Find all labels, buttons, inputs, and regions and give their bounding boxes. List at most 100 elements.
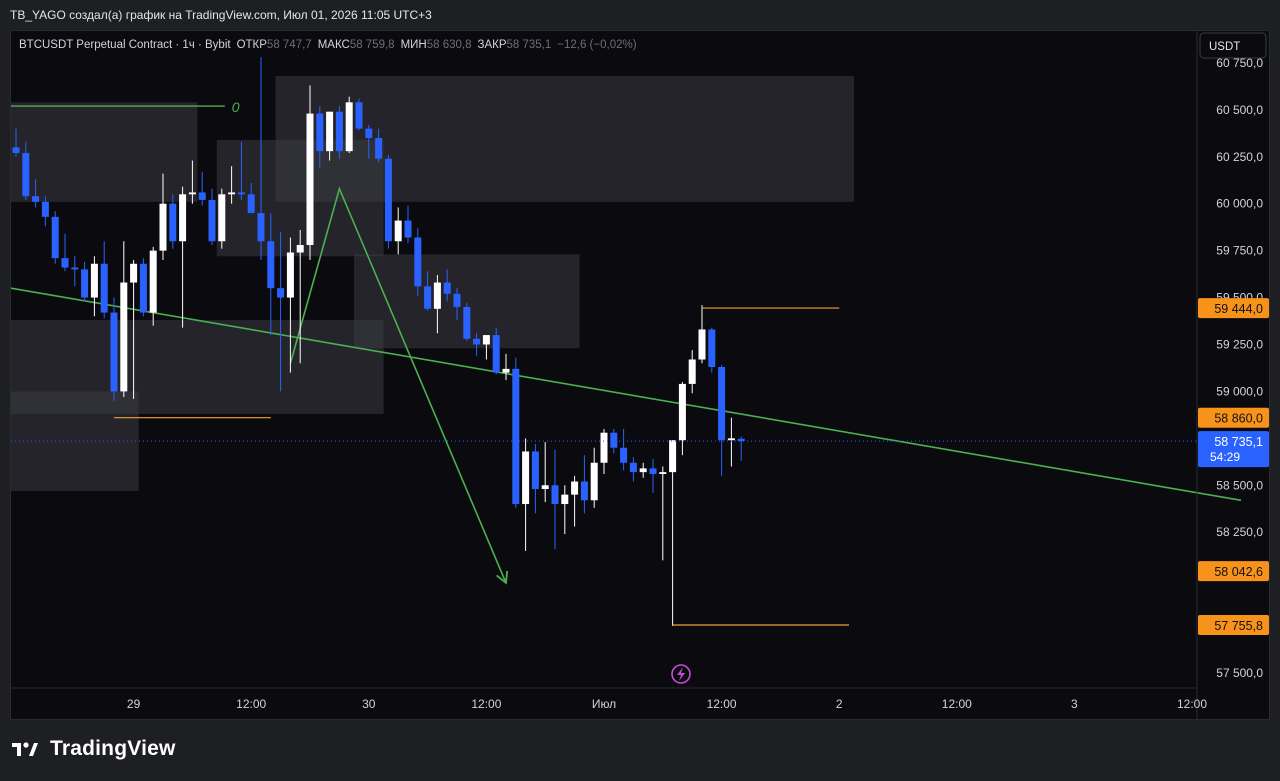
candle-body [443, 282, 451, 294]
candle-body [727, 438, 735, 441]
time-tick-label: 12:00 [942, 697, 972, 711]
candle-body [218, 194, 226, 242]
price-tick-label: 60 500,0 [1216, 103, 1263, 117]
candle [355, 98, 363, 131]
tradingview-logo-icon [12, 742, 38, 756]
candle [512, 357, 520, 508]
candle-body [41, 201, 49, 217]
candle-body [228, 192, 236, 195]
countdown-timer: 54:29 [1210, 450, 1240, 464]
candle [345, 96, 353, 154]
candle-body [590, 462, 598, 501]
price-tick-label: 59 000,0 [1216, 384, 1263, 398]
candle-body [179, 194, 187, 242]
candle-body [22, 153, 30, 197]
candle-body [571, 481, 579, 495]
supply-demand-zone [275, 76, 855, 202]
legend-open-value: 58 747,7 [267, 39, 312, 51]
candle-body [81, 269, 89, 298]
candle-body [12, 147, 20, 154]
candle-body [473, 338, 481, 345]
candle-body [482, 335, 490, 345]
candle [139, 258, 147, 317]
candle-body [326, 111, 334, 152]
currency-button[interactable]: USDT [1199, 32, 1267, 59]
candle-body [316, 113, 324, 152]
level-badge: 59 444,0 [1198, 298, 1269, 319]
candle-body [541, 485, 549, 490]
legend-high-value: 58 759,8 [350, 39, 395, 51]
legend-high-label: МАКС [318, 39, 350, 51]
candle-body [267, 241, 275, 289]
time-tick-label: 12:00 [1177, 697, 1207, 711]
candle-body [237, 192, 245, 195]
candle-body [198, 192, 206, 200]
candle [51, 211, 59, 264]
candle-body [414, 237, 422, 287]
price-tick-label: 58 250,0 [1216, 525, 1263, 539]
candle-body [492, 335, 500, 373]
candle-body [208, 199, 216, 242]
level-badge-label: 57 755,8 [1214, 619, 1263, 633]
candle-body [110, 312, 118, 392]
candle-body [580, 481, 588, 501]
last-price-label: 58 735,1 [1214, 435, 1263, 449]
level-badge-label: 58 860,0 [1214, 412, 1263, 426]
price-chart[interactable]: 0 BTCUSDT Perpetual Contract · 1ч · Bybi… [10, 31, 1269, 719]
candle [110, 297, 118, 401]
tradingview-logo: TradingView [12, 737, 176, 761]
level-badge: 57 755,8 [1198, 614, 1269, 635]
candle-body [247, 194, 255, 214]
candle-body [551, 485, 559, 505]
candle-body [708, 329, 716, 368]
candle-body [453, 293, 461, 307]
candle-body [375, 137, 383, 159]
legend-low-value: 58 630,8 [427, 39, 472, 51]
candle [335, 106, 343, 159]
candle-body [620, 447, 628, 463]
supply-demand-zone [11, 102, 198, 202]
candle-body [698, 329, 706, 360]
price-tick-label: 57 500,0 [1216, 666, 1263, 680]
candle-body [512, 368, 520, 505]
legend-close-value: 58 735,1 [507, 39, 552, 51]
candle-body [100, 263, 108, 313]
top-bar: TB_YAGO создал(а) график на TradingView.… [0, 0, 1280, 30]
price-tick-label: 59 250,0 [1216, 337, 1263, 351]
legend-symbol-text: BTCUSDT Perpetual Contract · 1ч · Bybit [19, 39, 231, 51]
candle-body [169, 203, 177, 242]
price-tick-label: 60 000,0 [1216, 197, 1263, 211]
time-tick-label: Июл [592, 697, 616, 711]
time-tick-label: 30 [362, 697, 376, 711]
price-tick-label: 60 250,0 [1216, 150, 1263, 164]
legend: BTCUSDT Perpetual Contract · 1ч · Bybit О… [19, 39, 637, 51]
candle-body [345, 102, 353, 152]
legend-change: −12,6 (−0,02%) [557, 39, 636, 51]
candle-body [718, 367, 726, 441]
candle-body [32, 196, 40, 202]
level-badge: 58 860,0 [1198, 407, 1269, 428]
candle-body [257, 213, 265, 242]
chart-frame[interactable]: 0 BTCUSDT Perpetual Contract · 1ч · Bybi… [10, 30, 1270, 720]
candle [218, 188, 226, 249]
candle [463, 303, 471, 341]
candle-body [502, 368, 510, 373]
candle-body [531, 451, 539, 490]
candle-body [678, 383, 686, 441]
candle-body [365, 128, 373, 138]
level-badge-label: 59 444,0 [1214, 302, 1263, 316]
price-tick-label: 60 750,0 [1216, 56, 1263, 70]
candle-body [71, 267, 79, 270]
candle-body [306, 113, 314, 245]
time-tick-label: 3 [1071, 697, 1078, 711]
candle-body [90, 263, 98, 298]
candle-body [286, 252, 294, 298]
time-tick-label: 12:00 [236, 697, 266, 711]
candle-body [149, 250, 157, 313]
candle-body [610, 432, 618, 448]
candle-body [120, 282, 128, 392]
time-tick-label: 29 [127, 697, 141, 711]
candle-body [649, 468, 657, 475]
candle [708, 327, 716, 373]
candle-body [404, 220, 412, 238]
